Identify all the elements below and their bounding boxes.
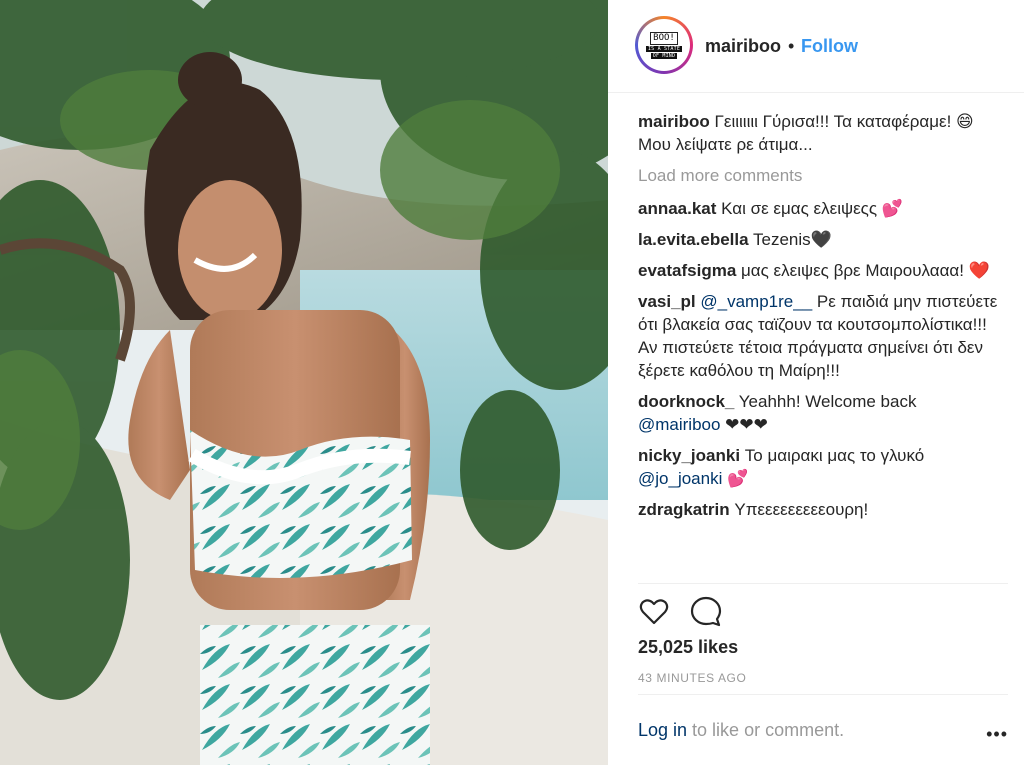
post-sidebar: BOO! IS A STATE OF MIND mairiboo • Follo… <box>608 0 1024 765</box>
header-username[interactable]: mairiboo <box>705 36 781 57</box>
post-photo[interactable] <box>0 0 608 765</box>
login-prompt: Log in to like or comment. ••• <box>638 720 1008 744</box>
caption-text-line-2: Μου λείψατε ρε άτιμα... <box>638 135 813 154</box>
profile-avatar-ring[interactable]: BOO! IS A STATE OF MIND <box>635 16 693 74</box>
comment-username[interactable]: annaa.kat <box>638 199 716 218</box>
comment-item: nicky_joanki Το μαιρακι μας το γλυκό @jo… <box>638 444 1000 490</box>
likes-count[interactable]: 25,025 likes <box>638 637 738 658</box>
comment-item: doorknock_ Yeahhh! Welcome back @mairibo… <box>638 390 1000 436</box>
comment-text: Υπεεεεεεεεεουρη! <box>729 500 869 519</box>
comment-text-rest: ❤❤❤ <box>720 415 768 434</box>
header-separator: • <box>788 36 795 56</box>
post-header: BOO! IS A STATE OF MIND mairiboo • Follo… <box>608 0 1024 93</box>
comment-text: Και σε εμας ελειψεςς 💕 <box>716 199 903 218</box>
login-prompt-text: to like or comment. <box>687 720 845 740</box>
comment-item: la.evita.ebella Tezenis🖤 <box>638 228 1000 251</box>
photo-image <box>0 0 608 765</box>
more-dots-icon[interactable]: ••• <box>986 724 1008 745</box>
comment-username[interactable]: vasi_pl <box>638 292 696 311</box>
comment-item: vasi_pl @_vamp1re__ Ρε παιδιά μην πιστεύ… <box>638 290 1000 382</box>
divider <box>638 583 1008 584</box>
follow-button[interactable]: Follow <box>801 36 858 57</box>
profile-avatar[interactable]: BOO! IS A STATE OF MIND <box>638 19 690 71</box>
load-more-comments-button[interactable]: Load more comments <box>638 164 1000 187</box>
avatar-logo-text: BOO! <box>650 31 678 45</box>
post-actions <box>638 596 998 630</box>
comment-username[interactable]: zdragkatrin <box>638 500 730 519</box>
caption-username[interactable]: mairiboo <box>638 112 710 131</box>
comment-username[interactable]: evatafsigma <box>638 261 736 280</box>
avatar-logo-line-1: IS A STATE <box>645 45 683 52</box>
like-button[interactable] <box>638 596 670 628</box>
comment-item: zdragkatrin Υπεεεεεεεεεουρη! <box>638 498 1000 521</box>
caption-text: Γειιιιιιι Γύρισα!!! Τα καταφέραμε! 😄 <box>709 112 974 131</box>
avatar-logo-line-2: OF MIND <box>650 52 678 59</box>
comment-mention[interactable]: @_vamp1re__ <box>700 292 812 311</box>
comments-list[interactable]: mairiboo Γειιιιιιι Γύρισα!!! Τα καταφέρα… <box>638 110 1000 582</box>
comment-text: μας ελειψες βρε Μαιρουλααα! ❤️ <box>736 261 990 280</box>
comment-username[interactable]: doorknock_ <box>638 392 734 411</box>
comment-item: annaa.kat Και σε εμας ελειψεςς 💕 <box>638 197 1000 220</box>
heart-outline-icon <box>639 599 669 625</box>
comment-mention[interactable]: @mairiboo <box>638 415 720 434</box>
comment-mention[interactable]: @jo_joanki <box>638 469 722 488</box>
comment-item: evatafsigma μας ελειψες βρε Μαιρουλααα! … <box>638 259 1000 282</box>
post-timestamp[interactable]: 43 MINUTES AGO <box>638 671 746 685</box>
comment-username[interactable]: nicky_joanki <box>638 446 740 465</box>
comment-text: Tezenis🖤 <box>748 230 832 249</box>
divider <box>638 694 1008 695</box>
comment-text: Yeahhh! Welcome back <box>734 392 917 411</box>
comment-username[interactable]: la.evita.ebella <box>638 230 749 249</box>
comment-text: Το μαιρακι μας το γλυκό <box>740 446 925 465</box>
comment-button[interactable] <box>690 596 722 628</box>
comment-bubble-icon <box>690 596 722 627</box>
comment-text-rest: 💕 <box>722 469 749 488</box>
login-link[interactable]: Log in <box>638 720 687 740</box>
caption: mairiboo Γειιιιιιι Γύρισα!!! Τα καταφέρα… <box>638 110 1000 156</box>
